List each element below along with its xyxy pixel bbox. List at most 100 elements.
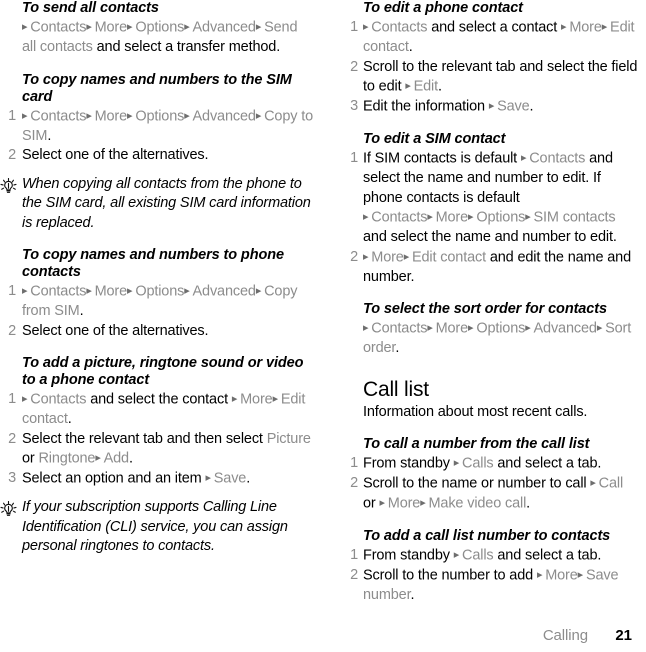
ui-reference-text: Add — [103, 450, 130, 467]
page-footer: Calling 21 — [0, 627, 646, 644]
step-number: 3 — [350, 98, 358, 114]
step-number: 2 — [350, 475, 358, 491]
section-heading: Call list — [363, 377, 429, 401]
ui-reference-text: More — [94, 108, 128, 124]
procedure-step: 1 ▸ Contacts and select the contact ▸ Mor… — [0, 390, 315, 430]
step-text: . — [246, 470, 251, 487]
step-text: Select one of the alternatives. — [22, 147, 209, 163]
step-body: Select the relevant tab and then select … — [22, 430, 315, 470]
block-edit-sim-contact: To edit a SIM contact 1 If SIM contacts is… — [345, 131, 638, 287]
step-arrow-icon: ▸ — [184, 21, 193, 33]
step-text: and select the name and number to edit. — [363, 229, 617, 245]
tip-text: When copying all contacts from the phone… — [22, 175, 311, 231]
step-text: . — [410, 587, 415, 603]
step-body: Select one of the alternatives. — [22, 146, 315, 166]
step-body: Select one of the alternatives. — [22, 322, 315, 342]
procedure-step: 2 Select one of the alternatives. — [0, 146, 315, 166]
procedure-step: 1 ▸ Contacts▸ More▸ Options▸ Advanced▸ Co… — [0, 282, 315, 322]
step-number: 2 — [350, 58, 358, 75]
step-number: 2 — [8, 147, 16, 163]
step-body: ▸ Contacts▸ More▸ Options▸ Advanced▸ Sen… — [22, 18, 315, 58]
step-text: . — [529, 98, 534, 115]
block-select-sort-order: To select the sort order for contacts ▸ C… — [345, 301, 638, 359]
step-arrow-icon: ▸ — [231, 393, 241, 405]
step-number: 2 — [8, 430, 16, 447]
block-copy-names-numbers-to-sim: To copy names and numbers to the SIM car… — [0, 72, 315, 166]
procedure-heading: To edit a phone contact — [363, 0, 523, 16]
step-text: . — [128, 450, 133, 467]
step-text: From standby — [363, 547, 454, 564]
procedure-step: 1 From standby ▸ Calls and select a tab. — [345, 546, 638, 566]
ui-reference-text: More — [435, 320, 469, 337]
ui-reference-text: More — [371, 249, 404, 265]
step-text: and select the contact — [86, 391, 232, 408]
ui-reference-text: Options — [476, 320, 526, 337]
procedure-heading: To send all contacts — [22, 0, 159, 16]
footer-chapter-name: Calling — [542, 627, 588, 644]
step-arrow-icon: ▸ — [205, 472, 214, 484]
step-text: Edit the information — [363, 98, 489, 115]
two-column-body: To send all contacts ▸ Contacts▸ More▸ Op… — [0, 0, 646, 606]
ui-reference-text: Edit — [413, 78, 439, 95]
right-column: To edit a phone contact 1 ▸ Contacts and s… — [323, 0, 646, 606]
step-number — [0, 18, 22, 58]
ui-reference-text: Save — [213, 470, 247, 487]
ui-reference-text: Make video call — [428, 495, 527, 512]
procedure-step: 2 Scroll to the relevant tab and select t… — [345, 58, 638, 98]
procedure-step: 2 Select the relevant tab and then select… — [0, 430, 315, 470]
footer-page-number: 21 — [615, 627, 632, 644]
procedure-steps: 1 From standby ▸ Calls and select a tab. 2… — [345, 454, 638, 514]
ui-reference-text: Contacts — [371, 209, 428, 226]
ui-reference-text: Call — [598, 475, 624, 492]
ui-reference-text: Edit contact — [412, 249, 486, 265]
block-copy-names-numbers-to-phone: To copy names and numbers to phone conta… — [0, 247, 315, 341]
ui-reference-text: Options — [135, 19, 185, 36]
ui-reference-text: Options — [476, 209, 526, 226]
procedure-step: ▸ Contacts▸ More▸ Options▸ Advanced▸ Sen… — [0, 18, 315, 58]
step-text: Scroll to the name or number to call — [363, 475, 591, 492]
procedure-step: 2 ▸ More▸ Edit contact and edit the name … — [345, 248, 638, 288]
ui-reference-text: Ringtone — [38, 450, 96, 467]
procedure-heading: To add a picture, ringtone sound or vide… — [22, 355, 304, 388]
step-arrow-icon: ▸ — [427, 322, 436, 334]
step-arrow-icon: ▸ — [525, 211, 534, 223]
step-number: 1 — [8, 107, 16, 124]
step-arrow-icon: ▸ — [488, 100, 498, 112]
step-arrow-icon: ▸ — [405, 80, 414, 92]
procedure-heading: To select the sort order for contacts — [363, 301, 607, 317]
step-text: Select the relevant tab and then select — [22, 430, 267, 447]
section-intro-text: Information about most recent calls. — [363, 403, 588, 420]
step-number: 1 — [8, 391, 16, 407]
tip-note: When copying all contacts from the phone… — [0, 175, 315, 234]
step-arrow-icon: ▸ — [86, 109, 95, 122]
step-text: and select a tab. — [493, 455, 602, 472]
step-text: . — [67, 411, 72, 427]
procedure-step: 2 Select one of the alternatives. — [0, 322, 315, 342]
step-text: From standby — [363, 455, 454, 472]
step-text: If SIM contacts is default — [363, 150, 521, 167]
step-arrow-icon: ▸ — [601, 21, 611, 33]
step-text: Select an option and an item — [22, 470, 206, 487]
tip-text: If your subscription supports Calling Li… — [22, 499, 288, 554]
block-add-call-list-number-to-contacts: To add a call list number to contacts 1 Fr… — [345, 528, 638, 606]
step-text: Select one of the alternatives. — [22, 322, 209, 339]
manual-page: To send all contacts ▸ Contacts▸ More▸ Op… — [0, 0, 646, 652]
step-text: Scroll to the number to add — [363, 567, 537, 584]
step-arrow-icon: ▸ — [453, 457, 463, 469]
step-body: If SIM contacts is default ▸ Contacts an… — [363, 149, 638, 248]
block-call-list: Call list Information about most recent c… — [345, 377, 638, 423]
lightbulb-icon — [0, 498, 22, 557]
procedure-step: 1 If SIM contacts is default ▸ Contacts a… — [345, 149, 638, 248]
block-add-picture-ringtone-video: To add a picture, ringtone sound or vide… — [0, 355, 315, 489]
procedure-step: 3 Select an option and an item ▸ Save. — [0, 469, 315, 489]
ui-reference-text: More — [94, 283, 128, 300]
step-text: . — [47, 127, 52, 144]
step-body: ▸ More▸ Edit contact and edit the name a… — [363, 248, 638, 288]
step-arrow-icon: ▸ — [536, 569, 546, 581]
ui-reference-text: Save — [497, 98, 530, 115]
step-arrow-icon: ▸ — [86, 285, 95, 297]
step-text: . — [395, 340, 400, 356]
